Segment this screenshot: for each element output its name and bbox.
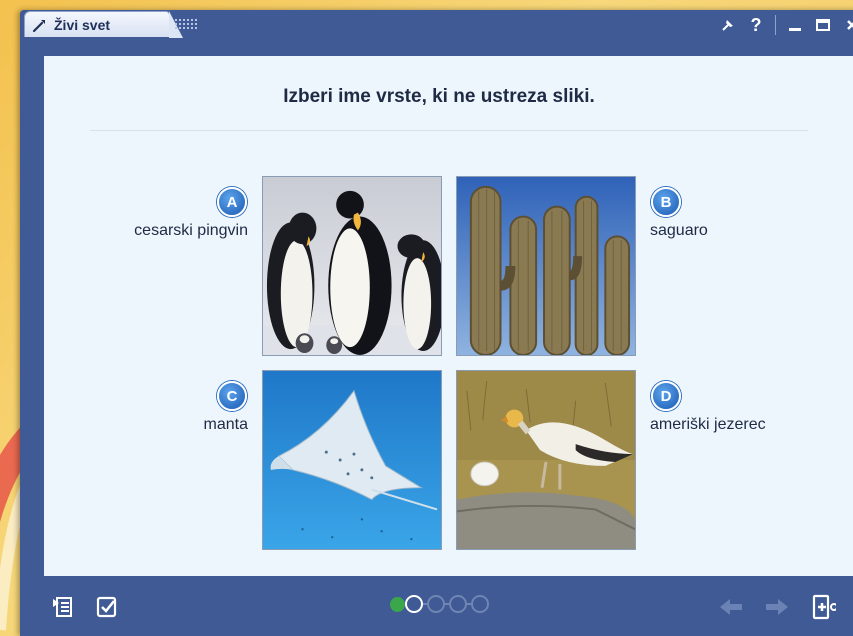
app-tab[interactable]: Živi svet — [24, 11, 183, 38]
option-b-image-saguaro-cactus[interactable] — [456, 176, 636, 356]
option-b-label[interactable]: saguaro — [650, 222, 708, 240]
divider — [90, 130, 808, 131]
progress-dot-2[interactable] — [405, 595, 423, 613]
check-edit-icon[interactable] — [94, 594, 120, 620]
option-c-label[interactable]: manta — [84, 416, 248, 434]
separator — [775, 15, 776, 35]
help-icon[interactable]: ? — [747, 15, 765, 35]
option-c-badge[interactable]: C — [217, 381, 247, 411]
app-window: Živi svet ? Izberi ime vrste, ki ne ustr… — [20, 10, 853, 636]
option-a-label[interactable]: cesarski pingvin — [84, 222, 248, 240]
close-icon[interactable] — [842, 15, 853, 35]
option-c-image-manta-ray[interactable] — [262, 370, 442, 550]
minimize-icon[interactable] — [786, 15, 804, 35]
option-b-badge[interactable]: B — [651, 187, 681, 217]
list-icon[interactable] — [50, 594, 76, 620]
option-d-image-vulture-with-egg[interactable] — [456, 370, 636, 550]
app-title: Živi svet — [54, 16, 111, 33]
progress-dot-1[interactable] — [390, 596, 405, 612]
option-d-badge[interactable]: D — [651, 381, 681, 411]
arrow-left-icon[interactable] — [718, 594, 744, 620]
window-controls: ? — [719, 14, 853, 36]
progress-dot-4[interactable] — [449, 595, 467, 613]
maximize-icon[interactable] — [814, 15, 832, 35]
progress-dot-3[interactable] — [427, 595, 445, 613]
tools-icon — [31, 16, 49, 34]
progress-dot-5[interactable] — [471, 595, 489, 613]
progress-indicator — [390, 595, 489, 613]
bottom-toolbar — [20, 582, 853, 636]
question-text: Izberi ime vrste, ki ne ustreza sliki. — [283, 86, 595, 107]
option-d-label[interactable]: ameriški jezerec — [650, 416, 766, 434]
exit-icon[interactable] — [810, 594, 836, 620]
arrow-right-icon[interactable] — [764, 594, 790, 620]
pin-icon[interactable] — [719, 15, 737, 35]
content-panel: Izberi ime vrste, ki ne ustreza sliki. A… — [44, 56, 853, 576]
option-a-image-emperor-penguins[interactable] — [262, 176, 442, 356]
option-a-badge[interactable]: A — [217, 187, 247, 217]
title-bar: Živi svet ? — [20, 10, 853, 40]
grid-menu-icon[interactable] — [170, 16, 204, 32]
